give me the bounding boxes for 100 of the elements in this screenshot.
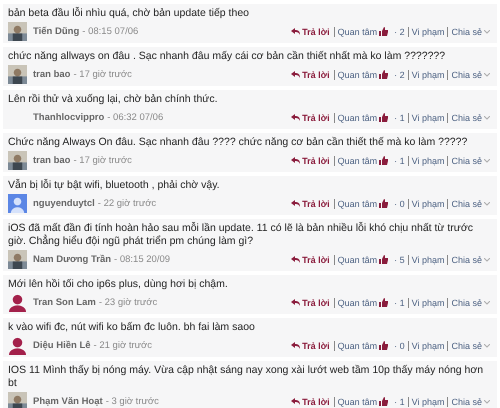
thumbs-up-icon [379,156,388,165]
like-count: · 1 [393,156,406,166]
thumbs-up-icon [379,255,388,264]
thumbs-up-icon [379,397,388,406]
like-link[interactable]: Quan tâm [334,70,392,80]
like-link[interactable]: Quan tâm [334,298,392,308]
reply-arrow-icon [291,114,300,121]
reply-link[interactable]: Trả lời [291,112,334,122]
user-avatar-icon [8,336,27,355]
reply-arrow-icon [291,71,300,78]
thumbs-up-icon [379,27,388,36]
comment-text: Mới lên hồi tối cho ip6s plus, dùng hơi bị chậm. [8,278,229,291]
reply-link[interactable]: Trả lời [291,340,334,350]
thumbs-up-icon [379,298,388,307]
report-link[interactable]: Vi phạm [408,340,448,350]
comment-time: - 17 giờ trước [73,155,132,166]
comment-text: iOS đã mất đần đi tính hoàn hảo sau mỗi lần update. 11 có lẽ là bản nhiều lỗi khó chịu nhất từ trước giờ. Chẳng hiểu đội ngũ phát triển pm chúng làm gì? [8,222,474,248]
like-link[interactable]: Quan tâm [334,112,392,122]
caret-icon [484,202,490,206]
like-count: · 0 [393,340,406,350]
like-count: · 5 [393,254,406,264]
author-name[interactable]: Thanhlocvippro [33,112,104,123]
comment-text: chức năng allways on đâu . Sạc nhanh đâu mấy cái cơ bản cần thiết nhất mà ko làm ??????? [8,50,446,63]
like-count: · 0 [393,198,406,208]
comment-time: - 17 giờ trước [73,69,132,80]
user-avatar-icon [8,194,27,213]
reply-link[interactable]: Trả lời [291,298,334,308]
comment-time: - 23 giờ trước [98,297,158,308]
report-link[interactable]: Vi phạm [408,112,448,122]
comment-text: Lên rồi thử và xuống lại, chờ bản chính thức. [8,93,218,106]
comment-text: Vẫn bị lỗi tự bật wifi, bluetooth , phải chờ vậy. [8,179,221,192]
like-link[interactable]: Quan tâm [334,340,392,350]
report-link[interactable]: Vi phạm [408,396,448,406]
share-link[interactable]: Chia sẻ [447,254,493,264]
comment-text: k vào wifi đc, nút wifi ko bấm đc luôn. bh fai làm saoo [8,321,256,334]
caret-icon [484,344,490,348]
thumbs-up-icon [379,113,388,122]
like-link[interactable]: Quan tâm [334,156,392,166]
author-name[interactable]: Diệu Hiền Lê [33,340,91,351]
report-link[interactable]: Vi phạm [408,70,448,80]
reply-arrow-icon [291,28,300,35]
reply-arrow-icon [291,256,300,263]
reply-arrow-icon [291,398,300,405]
like-link[interactable]: Quan tâm [334,198,392,208]
reply-link[interactable]: Trả lời [291,26,334,36]
share-link[interactable]: Chia sẻ [447,396,493,406]
like-count: · 1 [393,298,406,308]
comment-text: bản beta đầu lỗi nhìu quá, chờ bản update tiếp theo [8,7,250,20]
reply-arrow-icon [291,299,300,306]
comment-time: - 22 giờ trước [98,198,156,209]
report-link[interactable]: Vi phạm [408,198,448,208]
report-link[interactable]: Vi phạm [408,298,448,308]
like-link[interactable]: Quan tâm [334,26,392,36]
caret-icon [484,72,490,76]
report-link[interactable]: Vi phạm [408,26,448,36]
caret-icon [484,30,490,34]
author-name[interactable]: Nam Dương Trần [33,254,112,265]
caret-icon [484,158,490,162]
author-name[interactable]: Phạm Văn Hoạt [33,396,103,407]
like-count: · 2 [393,70,406,80]
user-avatar-icon [8,293,27,312]
thumbs-up-icon [379,341,388,350]
comment-time: - 08:15 07/06 [82,26,138,37]
like-count: · 2 [393,26,406,36]
comment-time: - 06:32 07/06 [107,112,164,123]
author-name[interactable]: nguyenduytcl [33,198,95,209]
reply-link[interactable]: Trả lời [291,198,334,208]
author-name[interactable]: tran bao [33,69,70,80]
reply-arrow-icon [291,200,300,207]
share-link[interactable]: Chia sẻ [447,70,493,80]
share-link[interactable]: Chia sẻ [447,198,493,208]
share-link[interactable]: Chia sẻ [447,156,493,166]
share-link[interactable]: Chia sẻ [447,340,493,350]
like-count: · 1 [393,112,406,122]
comment-time: - 3 giờ trước [106,396,159,407]
like-count: · 1 [393,396,406,406]
comment-text: Chức năng Always On đâu. Sạc nhanh đâu ???? chức năng cơ bản cần thiết thế mà ko làm ????? [8,136,468,149]
caret-icon [484,116,490,120]
author-name[interactable]: Tran Son Lam [33,297,96,308]
reply-link[interactable]: Trả lời [291,70,334,80]
reply-link[interactable]: Trả lời [291,254,334,264]
comment-text: IOS 11 Mình thấy bị nóng máy. Vừa cập nhật sáng nay xong xài lướt web tầm 10p thấy máy nóng hơn bt [8,364,484,390]
share-link[interactable]: Chia sẻ [447,112,493,122]
caret-icon [484,300,490,304]
report-link[interactable]: Vi phạm [408,156,448,166]
reply-arrow-icon [291,157,300,164]
comment-time: - 08:15 20/09 [114,254,170,265]
share-link[interactable]: Chia sẻ [447,298,493,308]
caret-icon [484,400,490,404]
author-name[interactable]: tran bao [33,155,70,166]
like-link[interactable]: Quan tâm [334,396,392,406]
thumbs-up-icon [379,199,388,208]
reply-link[interactable]: Trả lời [291,156,334,166]
author-name[interactable]: Tiến Dũng [33,26,80,37]
share-link[interactable]: Chia sẻ [447,26,493,36]
caret-icon [484,258,490,262]
like-link[interactable]: Quan tâm [334,254,392,264]
reply-arrow-icon [291,342,300,349]
reply-link[interactable]: Trả lời [291,396,334,406]
report-link[interactable]: Vi phạm [408,254,448,264]
